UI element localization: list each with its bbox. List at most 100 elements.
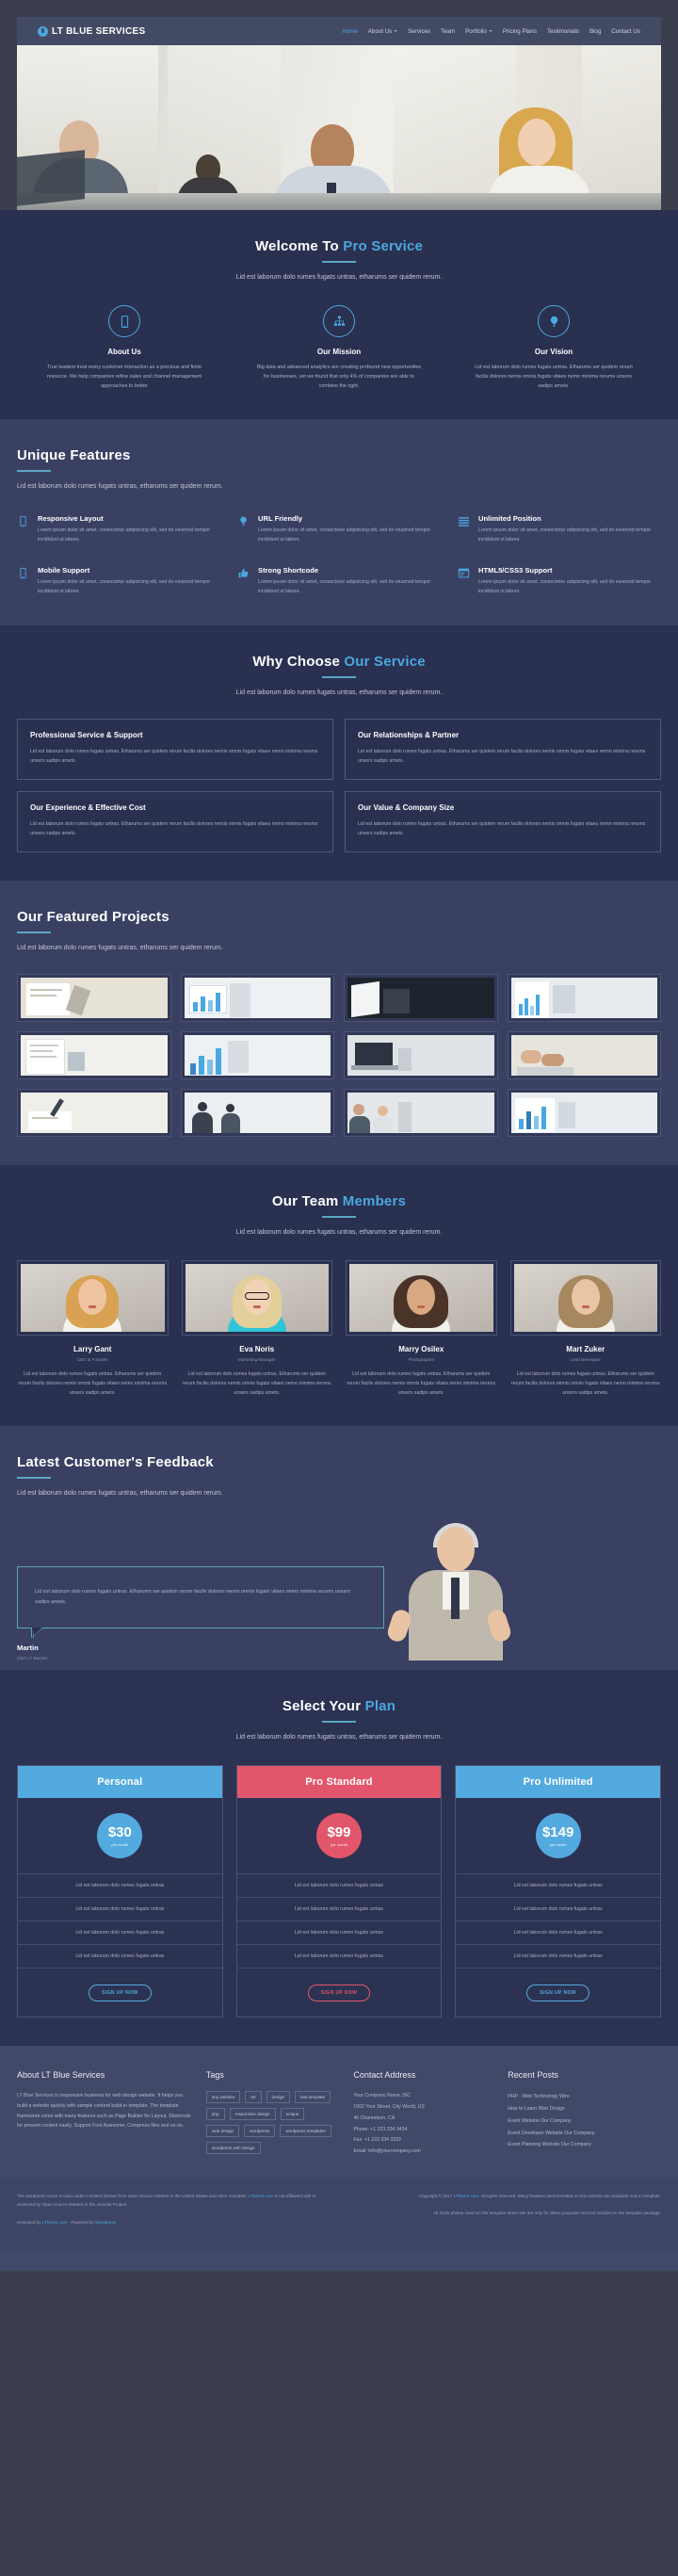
project-thumbnail-11[interactable] — [507, 1089, 661, 1138]
nav-item-team[interactable]: Team — [441, 28, 455, 35]
nav-item-home[interactable]: Home — [342, 28, 358, 35]
signup-button[interactable]: SIGN UP NOW — [89, 1985, 152, 2002]
tag-item[interactable]: last template — [295, 2091, 331, 2104]
tag-item[interactable]: web design — [205, 2125, 240, 2138]
team-member-3: Mart Zuker Lead Developer Lid est laboru… — [509, 1260, 661, 1398]
project-thumbnail-10[interactable] — [344, 1089, 498, 1138]
footer-bottom-bar: The wordpress name is used under a limit… — [0, 2178, 678, 2252]
team-member-role: CEO & Founder — [76, 1357, 108, 1363]
project-thumbnail-3[interactable] — [507, 974, 661, 1023]
why-box-text: Lid est laborum dolo rumes fugats untras… — [358, 748, 646, 764]
project-thumbnail-5[interactable] — [180, 1031, 334, 1080]
tag-item[interactable]: design — [266, 2091, 291, 2104]
why-box-text: Lid est laborum dolo rumes fugats untras… — [358, 820, 646, 836]
why-title: Why Choose Our Service — [17, 654, 661, 670]
nav-item-label: Home — [342, 27, 358, 35]
welcome-column-2: Our Vision Lid est laborum dolo rumes fu… — [446, 305, 661, 391]
feature-text: Lorem ipsum dolor sit amet, consectetur … — [38, 578, 211, 594]
pricing-feature: Lid est laborum dolo rumes fugats untras — [456, 1898, 660, 1922]
title-rule — [17, 932, 51, 934]
footer-designed-by: Designed by LTheme.com - Powered by Word… — [17, 2218, 325, 2228]
nav-item-contact us[interactable]: Contact Us — [611, 28, 640, 35]
team-title: Our Team Members — [17, 1193, 661, 1209]
footer-tags: Tags any website art design last template ph… — [205, 2070, 339, 2157]
project-thumbnail-4[interactable] — [17, 1031, 171, 1080]
tag-item[interactable]: php — [205, 2108, 225, 2121]
footer-license-text: The wordpress name is used under a limit… — [17, 2192, 325, 2210]
nav-item-pricing plans[interactable]: Pricing Plans — [503, 28, 537, 35]
feature-item-5: HTML5/CSS3 Support Lorem ipsum dolor sit… — [458, 566, 661, 597]
team-member-name: Eva Noris — [239, 1345, 275, 1354]
feature-text: Lorem ipsum dolor sit amet, consectetur … — [478, 527, 652, 543]
features-grid: Responsive Layout Lorem ipsum dolor sit … — [17, 514, 661, 597]
project-thumbnail-1[interactable] — [180, 974, 334, 1023]
copyright-link[interactable]: LTheme.com — [454, 2194, 478, 2198]
pricing-plan-name: Pro Unlimited — [456, 1766, 660, 1799]
location-pin-icon — [38, 25, 48, 37]
testimonial-bubble: Lid est laborum dolo rumes fugats untras… — [17, 1566, 384, 1639]
nav-item-label: Testimonials — [546, 27, 579, 35]
logo-text: LT BLUE SERVICES — [52, 25, 146, 37]
welcome-section: Welcome To Pro Service Lid est laborum d… — [0, 210, 678, 419]
recent-post-link[interactable]: Event Developer Website Our Company — [508, 2128, 661, 2140]
pricing-period: per month — [111, 1841, 129, 1847]
footer-tags-heading: Tags — [205, 2070, 224, 2081]
signup-button[interactable]: SIGN UP NOW — [526, 1985, 589, 2002]
welcome-column-heading: Our Mission — [316, 348, 362, 356]
nav-item-blog[interactable]: Blog — [589, 28, 601, 35]
wordpress-link[interactable]: Wordpress — [95, 2220, 116, 2225]
site-header: LT BLUE SERVICES Home About Us Services … — [17, 17, 661, 45]
project-thumbnail-2[interactable] — [344, 974, 498, 1023]
why-box-heading: Our Relationships & Partner — [358, 730, 460, 739]
ltheme-link[interactable]: LTheme.com — [249, 2194, 273, 2198]
recent-post-link[interactable]: Event Website Our Company — [508, 2115, 661, 2128]
features-subtitle: Lid est laborum dolo rumes fugats untras… — [17, 483, 223, 490]
feature-item-3: Mobile Support Lorem ipsum dolor sit ame… — [17, 566, 220, 597]
why-choose-section: Why Choose Our Service Lid est laborum d… — [0, 624, 678, 882]
pricing-feature: Lid est laborum dolo rumes fugats untras — [456, 1945, 660, 1969]
nav-item-portfolio[interactable]: Portfolio — [465, 28, 492, 35]
tag-item[interactable]: art — [245, 2091, 262, 2104]
site-logo[interactable]: LT BLUE SERVICES — [38, 25, 146, 37]
team-member-bio: Lid est laborum dolo rumes fugats untras… — [18, 1371, 168, 1397]
team-member-0: Larry Gant CEO & Founder Lid est laborum… — [17, 1260, 169, 1398]
team-member-name: Marry Osilex — [398, 1345, 444, 1354]
pricing-title-accent: Plan — [364, 1698, 396, 1715]
tag-item[interactable]: wordpress web design — [205, 2142, 261, 2155]
pricing-section: Select Your Plan Lid est laborum dolo ru… — [0, 1670, 678, 2047]
tag-item[interactable]: wordpress templates — [280, 2125, 331, 2138]
team-photo-frame — [346, 1260, 497, 1337]
nav-item-about us[interactable]: About Us — [368, 28, 398, 35]
designer-link[interactable]: LTheme.com — [42, 2220, 67, 2225]
recent-post-link[interactable]: PHP - Web Technology Wire — [508, 2091, 661, 2103]
contact-line: Phone: +1 223 334 3434 — [353, 2126, 408, 2132]
why-box-text: Lid est laborum dolo rumes fugats untras… — [30, 820, 318, 836]
tag-item[interactable]: any website — [205, 2091, 241, 2104]
team-title-accent: Members — [342, 1193, 407, 1210]
tag-item[interactable]: unique — [280, 2108, 305, 2121]
tag-item[interactable]: wordpress — [244, 2125, 276, 2138]
projects-section: Our Featured Projects Lid est laborum do… — [0, 881, 678, 1166]
pricing-card-2: Pro Unlimited $149 per month Lid est lab… — [455, 1765, 661, 2018]
nav-item-testimonials[interactable]: Testimonials — [547, 28, 579, 35]
project-thumbnail-9[interactable] — [180, 1089, 334, 1138]
project-thumbnail-6[interactable] — [344, 1031, 498, 1080]
avatar — [185, 1264, 329, 1333]
feature-heading: HTML5/CSS3 Support — [478, 565, 553, 575]
tag-item[interactable]: responsive design — [229, 2108, 276, 2121]
project-thumbnail-0[interactable] — [17, 974, 171, 1023]
signup-button[interactable]: SIGN UP NOW — [307, 1985, 371, 2002]
avatar — [349, 1264, 493, 1333]
pricing-price-badge: $149 per month — [535, 1813, 581, 1859]
nav-item-services[interactable]: Services — [408, 28, 430, 35]
contact-line: Fax: +1 223 334 3332 — [353, 2137, 402, 2144]
project-thumbnail-7[interactable] — [507, 1031, 661, 1080]
recent-post-link[interactable]: Event Planning Website Our Company — [508, 2139, 661, 2151]
team-member-bio: Lid est laborum dolo rumes fugats untras… — [510, 1371, 660, 1397]
tablet-icon — [17, 514, 30, 545]
nav-item-label: Services — [408, 27, 430, 35]
testimonial-subtitle: Lid est laborum dolo rumes fugats untras… — [17, 1490, 223, 1498]
recent-post-link[interactable]: How to Learn Web Design — [508, 2103, 661, 2115]
pricing-price-badge: $30 per month — [97, 1813, 143, 1859]
project-thumbnail-8[interactable] — [17, 1089, 171, 1138]
